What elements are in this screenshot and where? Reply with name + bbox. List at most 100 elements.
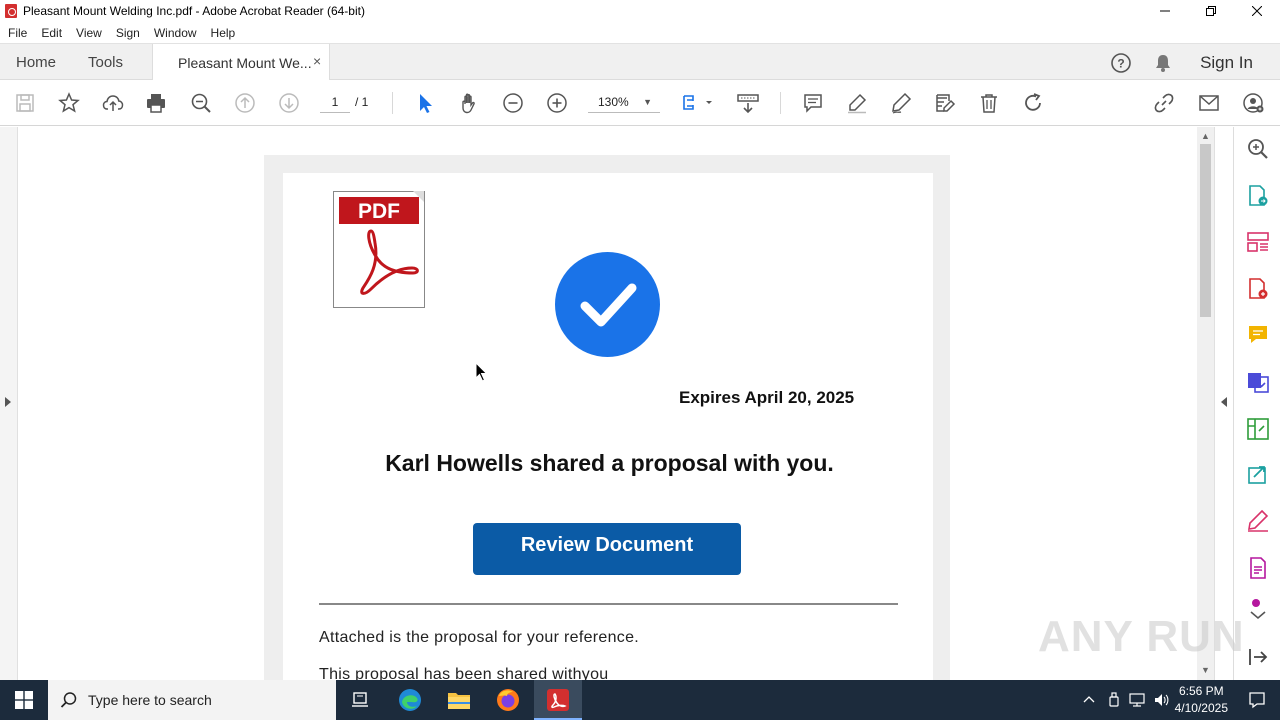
left-pane-toggle[interactable] (0, 127, 18, 680)
save-button[interactable] (13, 91, 37, 115)
minimize-button[interactable] (1142, 0, 1188, 22)
sign-in-button[interactable]: Sign In (1200, 53, 1253, 73)
menu-help[interactable]: Help (204, 26, 243, 40)
windows-logo-icon (15, 691, 33, 709)
toolbar-divider (780, 92, 781, 114)
print-button[interactable] (144, 91, 168, 115)
cloud-upload-icon (102, 95, 124, 111)
menu-edit[interactable]: Edit (34, 26, 69, 40)
scroll-mode-button[interactable] (735, 91, 761, 115)
scroll-up-arrow-icon[interactable]: ▲ (1201, 131, 1210, 141)
volume-icon[interactable] (1153, 692, 1169, 708)
expiry-date: Expires April 20, 2025 (679, 388, 855, 407)
trash-icon (981, 94, 997, 113)
tab-home[interactable]: Home (16, 54, 56, 71)
fill-sign-button[interactable] (933, 91, 957, 115)
taskbar-search-box[interactable]: Type here to search (48, 680, 336, 720)
email-button[interactable] (1197, 91, 1221, 115)
usb-device-icon[interactable] (1107, 692, 1121, 708)
hand-icon (462, 93, 475, 114)
create-pdf-icon[interactable] (1246, 277, 1270, 301)
taskbar-file-explorer[interactable] (445, 686, 473, 714)
task-view-button[interactable] (346, 686, 374, 714)
start-button[interactable] (0, 680, 48, 720)
taskbar: Type here to search 6:56 PM 4/10/2025 (0, 680, 1280, 720)
bookmark-button[interactable] (57, 91, 81, 115)
edit-document-icon (936, 94, 956, 112)
menu-sign[interactable]: Sign (109, 26, 147, 40)
chevron-up-icon[interactable] (1083, 694, 1095, 706)
menu-window[interactable]: Window (147, 26, 204, 40)
divider (319, 603, 898, 605)
delete-button[interactable] (977, 91, 1001, 115)
menu-view[interactable]: View (69, 26, 109, 40)
vertical-scrollbar[interactable]: ▲ ▼ (1197, 127, 1214, 680)
tab-close-button[interactable]: × (313, 53, 321, 69)
compress-pdf-icon[interactable] (1246, 417, 1270, 441)
find-button[interactable] (189, 91, 213, 115)
zoom-in-icon (547, 93, 567, 113)
right-pane-toggle[interactable] (1214, 127, 1233, 680)
menu-bar: File Edit View Sign Window Help (0, 22, 1280, 43)
edit-pdf-icon[interactable] (1246, 556, 1270, 580)
fill-and-sign-icon[interactable] (1246, 509, 1270, 533)
zoom-level-select[interactable]: 130% ▼ (588, 93, 660, 113)
notifications-bell-icon[interactable] (1152, 52, 1174, 74)
firefox-icon (497, 689, 519, 711)
add-person-icon (1243, 93, 1264, 113)
send-for-review-icon[interactable] (1246, 463, 1270, 487)
taskbar-clock[interactable]: 6:56 PM 4/10/2025 (1175, 683, 1228, 717)
combine-files-icon[interactable] (1246, 370, 1270, 394)
next-page-button[interactable] (277, 91, 301, 115)
body-text-1: Attached is the proposal for your refere… (319, 629, 640, 646)
tab-document[interactable]: Pleasant Mount We... × (152, 44, 330, 81)
task-view-icon (352, 692, 368, 707)
help-icon[interactable]: ? (1110, 52, 1132, 74)
tab-tools[interactable]: Tools (88, 54, 123, 71)
comment-button[interactable] (801, 91, 825, 115)
close-icon (1252, 6, 1262, 16)
previous-page-button[interactable] (233, 91, 257, 115)
review-document-button[interactable]: Review Document (473, 523, 741, 575)
anyrun-watermark: ANY RUN (1038, 612, 1245, 661)
chevron-right-icon (5, 397, 11, 407)
zoom-in-button[interactable] (545, 91, 569, 115)
taskbar-acrobat-active[interactable] (534, 680, 582, 720)
scrollbar-thumb[interactable] (1200, 144, 1211, 317)
tab-bar: Home Tools Pleasant Mount We... × ? Sign… (0, 43, 1280, 81)
share-people-button[interactable] (1241, 91, 1265, 115)
close-window-button[interactable] (1234, 0, 1280, 22)
minimize-icon (1160, 10, 1170, 12)
window-title: Pleasant Mount Welding Inc.pdf - Adobe A… (23, 4, 365, 18)
taskbar-edge[interactable] (396, 686, 424, 714)
title-bar: Pleasant Mount Welding Inc.pdf - Adobe A… (0, 0, 1280, 22)
select-tool-button[interactable] (413, 91, 437, 115)
rotate-button[interactable] (1021, 91, 1045, 115)
highlight-button[interactable] (845, 91, 869, 115)
search-icon (191, 93, 211, 113)
share-link-button[interactable] (1152, 91, 1176, 115)
chevron-left-icon (1221, 397, 1227, 407)
comment-tool-icon[interactable] (1246, 323, 1270, 347)
collapse-pane-icon[interactable] (1246, 645, 1270, 669)
notification-center-icon[interactable] (1248, 691, 1266, 709)
restore-button[interactable] (1188, 0, 1234, 22)
upload-button[interactable] (101, 91, 125, 115)
page-fit-button[interactable] (680, 91, 714, 115)
network-icon[interactable] (1129, 692, 1145, 708)
zoom-out-button[interactable] (501, 91, 525, 115)
draw-button[interactable] (889, 91, 913, 115)
menu-file[interactable]: File (0, 26, 34, 40)
scroll-down-arrow-icon[interactable]: ▼ (1201, 665, 1210, 675)
page-number-input[interactable]: 1 (320, 93, 350, 113)
export-pdf-icon[interactable] (1246, 184, 1270, 208)
more-tools-icon[interactable] (1246, 597, 1270, 621)
clock-time: 6:56 PM (1178, 684, 1224, 698)
star-icon (58, 92, 80, 113)
pdf-page: PDF Expires April 20, 2025 Karl Howells … (283, 173, 933, 680)
hand-tool-button[interactable] (457, 91, 481, 115)
arrow-up-circle-icon (235, 93, 255, 113)
search-zoom-icon[interactable] (1246, 137, 1270, 161)
taskbar-firefox[interactable] (494, 686, 522, 714)
organize-pages-icon[interactable] (1246, 230, 1270, 254)
